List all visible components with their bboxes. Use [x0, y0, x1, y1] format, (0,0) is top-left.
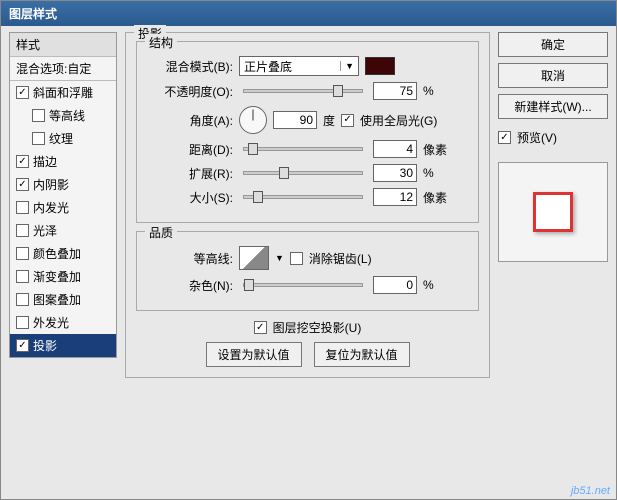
knockout-checkbox[interactable] — [254, 321, 267, 334]
ok-button[interactable]: 确定 — [498, 32, 608, 57]
style-checkbox[interactable] — [16, 155, 29, 168]
style-item-2[interactable]: 纹理 — [10, 127, 116, 150]
shadow-color-swatch[interactable] — [365, 57, 395, 75]
chevron-down-icon: ▼ — [340, 61, 354, 71]
blend-mode-value: 正片叠底 — [244, 58, 292, 75]
style-label: 颜色叠加 — [33, 245, 81, 262]
style-item-10[interactable]: 外发光 — [10, 311, 116, 334]
styles-sidebar: 样式 混合选项:自定 斜面和浮雕等高线纹理描边内阴影内发光光泽颜色叠加渐变叠加图… — [9, 32, 117, 490]
style-checkbox[interactable] — [16, 247, 29, 260]
panel-outer: 投影 结构 混合模式(B): 正片叠底 ▼ 不透明度(O): — [125, 32, 490, 378]
style-label: 描边 — [33, 153, 57, 170]
blend-mode-label: 混合模式(B): — [147, 58, 233, 75]
style-label: 光泽 — [33, 222, 57, 239]
settings-panel: 投影 结构 混合模式(B): 正片叠底 ▼ 不透明度(O): — [125, 32, 490, 490]
preview-checkbox[interactable] — [498, 131, 511, 144]
style-label: 斜面和浮雕 — [33, 84, 93, 101]
style-item-0[interactable]: 斜面和浮雕 — [10, 81, 116, 104]
antialias-label: 消除锯齿(L) — [309, 250, 372, 267]
blend-options-row[interactable]: 混合选项:自定 — [10, 57, 116, 81]
angle-dial[interactable] — [239, 106, 267, 134]
style-label: 等高线 — [49, 107, 85, 124]
angle-input[interactable] — [273, 111, 317, 129]
style-checkbox[interactable] — [16, 339, 29, 352]
spread-slider[interactable] — [243, 171, 363, 175]
noise-slider[interactable] — [243, 283, 363, 287]
style-checkbox[interactable] — [16, 316, 29, 329]
blend-mode-select[interactable]: 正片叠底 ▼ — [239, 56, 359, 76]
style-item-11[interactable]: 投影 — [10, 334, 116, 357]
style-checkbox[interactable] — [16, 224, 29, 237]
styles-header[interactable]: 样式 — [10, 33, 116, 57]
style-label: 内阴影 — [33, 176, 69, 193]
spread-input[interactable] — [373, 164, 417, 182]
opacity-input[interactable] — [373, 82, 417, 100]
layer-style-dialog: 图层样式 样式 混合选项:自定 斜面和浮雕等高线纹理描边内阴影内发光光泽颜色叠加… — [0, 0, 617, 500]
distance-unit: 像素 — [423, 141, 451, 158]
spread-label: 扩展(R): — [147, 165, 233, 182]
chevron-down-icon[interactable]: ▼ — [275, 253, 284, 263]
dialog-buttons: 确定 取消 新建样式(W)... 预览(V) — [498, 32, 608, 490]
style-checkbox[interactable] — [32, 132, 45, 145]
dialog-title: 图层样式 — [1, 1, 616, 26]
watermark: jb51.net — [571, 485, 610, 497]
style-item-7[interactable]: 颜色叠加 — [10, 242, 116, 265]
set-default-button[interactable]: 设置为默认值 — [206, 342, 302, 367]
spread-unit: % — [423, 166, 451, 180]
contour-label: 等高线: — [147, 250, 233, 267]
preview-swatch — [533, 192, 573, 232]
style-checkbox[interactable] — [16, 201, 29, 214]
opacity-slider[interactable] — [243, 89, 363, 93]
structure-legend: 结构 — [145, 34, 177, 51]
preview-label: 预览(V) — [517, 129, 557, 146]
style-item-5[interactable]: 内发光 — [10, 196, 116, 219]
angle-label: 角度(A): — [147, 112, 233, 129]
style-label: 内发光 — [33, 199, 69, 216]
style-label: 纹理 — [49, 130, 73, 147]
noise-label: 杂色(N): — [147, 277, 233, 294]
style-label: 投影 — [33, 337, 57, 354]
style-item-8[interactable]: 渐变叠加 — [10, 265, 116, 288]
distance-slider[interactable] — [243, 147, 363, 151]
noise-input[interactable] — [373, 276, 417, 294]
style-item-3[interactable]: 描边 — [10, 150, 116, 173]
style-item-1[interactable]: 等高线 — [10, 104, 116, 127]
size-slider[interactable] — [243, 195, 363, 199]
style-item-6[interactable]: 光泽 — [10, 219, 116, 242]
noise-unit: % — [423, 278, 451, 292]
style-checkbox[interactable] — [16, 270, 29, 283]
size-unit: 像素 — [423, 189, 451, 206]
antialias-checkbox[interactable] — [290, 252, 303, 265]
opacity-label: 不透明度(O): — [147, 83, 233, 100]
style-item-9[interactable]: 图案叠加 — [10, 288, 116, 311]
style-checkbox[interactable] — [32, 109, 45, 122]
global-light-checkbox[interactable] — [341, 114, 354, 127]
opacity-unit: % — [423, 84, 451, 98]
knockout-label: 图层挖空投影(U) — [273, 319, 362, 336]
style-checkbox[interactable] — [16, 86, 29, 99]
quality-legend: 品质 — [145, 224, 177, 241]
style-checkbox[interactable] — [16, 293, 29, 306]
style-label: 外发光 — [33, 314, 69, 331]
cancel-button[interactable]: 取消 — [498, 63, 608, 88]
angle-unit: 度 — [323, 112, 335, 129]
size-label: 大小(S): — [147, 189, 233, 206]
new-style-button[interactable]: 新建样式(W)... — [498, 94, 608, 119]
structure-fieldset: 结构 混合模式(B): 正片叠底 ▼ 不透明度(O): % — [136, 41, 479, 223]
style-label: 渐变叠加 — [33, 268, 81, 285]
quality-fieldset: 品质 等高线: ▼ 消除锯齿(L) 杂色(N): % — [136, 231, 479, 311]
distance-input[interactable] — [373, 140, 417, 158]
style-checkbox[interactable] — [16, 178, 29, 191]
size-input[interactable] — [373, 188, 417, 206]
global-light-label: 使用全局光(G) — [360, 112, 437, 129]
preview-box — [498, 162, 608, 262]
contour-picker[interactable] — [239, 246, 269, 270]
distance-label: 距离(D): — [147, 141, 233, 158]
style-item-4[interactable]: 内阴影 — [10, 173, 116, 196]
style-label: 图案叠加 — [33, 291, 81, 308]
reset-default-button[interactable]: 复位为默认值 — [314, 342, 410, 367]
